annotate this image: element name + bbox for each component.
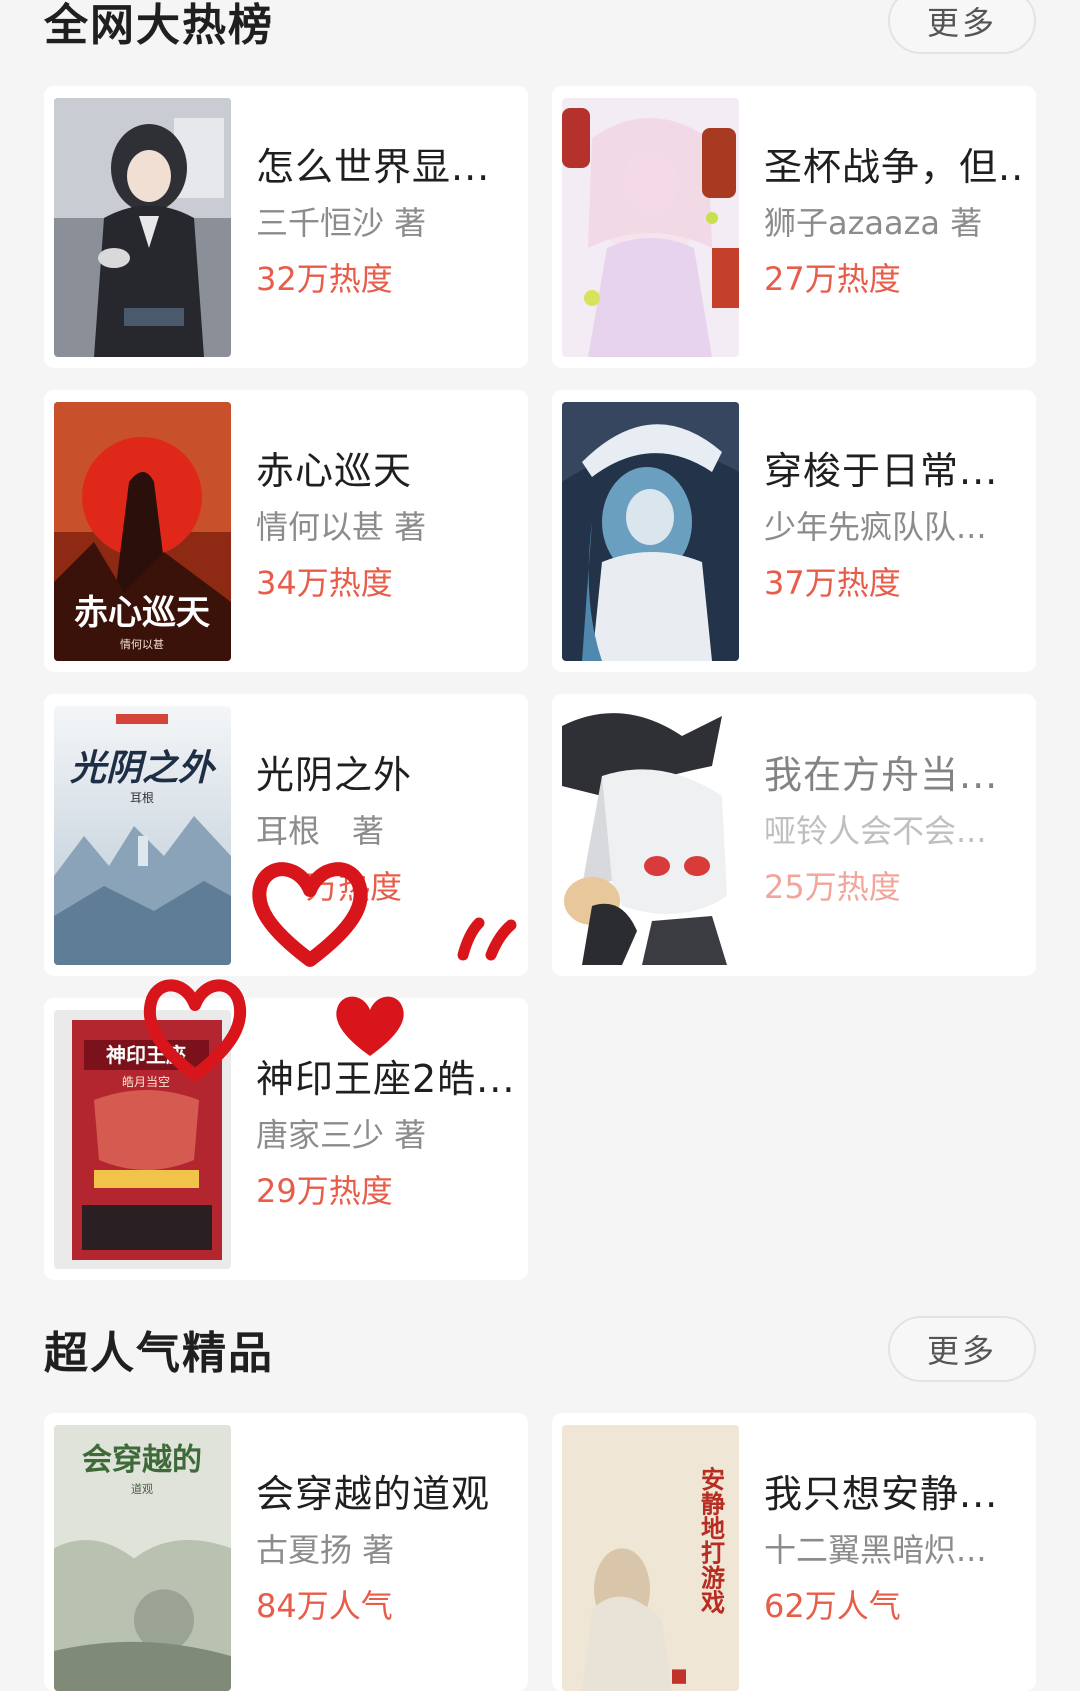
book-author: 狮子azaaza 著 bbox=[764, 204, 983, 242]
book-cover[interactable] bbox=[562, 98, 739, 357]
book-card[interactable]: 怎么世界显... 三千恒沙 著 32万热度 bbox=[44, 86, 528, 368]
book-card[interactable]: 圣杯战争，但... 狮子azaaza 著 27万热度 bbox=[552, 86, 1036, 368]
book-author: 十二翼黑暗炽... bbox=[764, 1531, 987, 1569]
book-title[interactable]: 神印王座2皓... bbox=[256, 1048, 514, 1103]
book-title[interactable]: 我只想安静... bbox=[764, 1463, 1022, 1518]
book-heat: 万热度 bbox=[306, 868, 403, 906]
book-author: 哑铃人会不会... bbox=[764, 812, 987, 850]
book-heat: 25万热度 bbox=[764, 868, 901, 906]
book-card[interactable]: 安静地打游戏 我只想安静... 十二翼黑暗炽... 62万人气 bbox=[552, 1413, 1036, 1691]
book-author: 三千恒沙 著 bbox=[256, 204, 427, 242]
hot-list-header: 全网大热榜 更多 bbox=[44, 0, 1036, 54]
book-heat: 62万人气 bbox=[764, 1587, 901, 1625]
book-author: 耳根 著 bbox=[256, 812, 385, 850]
hot-more-button[interactable]: 更多 bbox=[888, 0, 1036, 54]
book-heat: 29万热度 bbox=[256, 1172, 393, 1210]
book-card[interactable]: 穿梭于日常... 少年先疯队队... 37万热度 bbox=[552, 390, 1036, 672]
cover-title: 神印王座 bbox=[106, 1043, 186, 1067]
book-title[interactable]: 我在方舟当... bbox=[764, 744, 1022, 799]
book-card[interactable]: 我在方舟当... 哑铃人会不会... 25万热度 bbox=[552, 694, 1036, 976]
cover-vertical-title: 安静地打游戏 bbox=[698, 1465, 727, 1614]
book-cover[interactable] bbox=[54, 98, 231, 357]
book-cover[interactable] bbox=[562, 706, 739, 965]
book-author: 少年先疯队队... bbox=[764, 508, 987, 546]
section-title-hot: 全网大热榜 bbox=[44, 0, 274, 51]
section-title-popular: 超人气精品 bbox=[44, 1328, 274, 1379]
cover-title: 光阴之外 bbox=[70, 747, 217, 789]
book-card[interactable]: 赤心巡天 情何以甚 赤心巡天 情何以甚 著 34万热度 bbox=[44, 390, 528, 672]
book-title[interactable]: 光阴之外 bbox=[256, 744, 514, 799]
book-author: 古夏扬 著 bbox=[256, 1531, 395, 1569]
book-title[interactable]: 赤心巡天 bbox=[256, 440, 514, 495]
book-title[interactable]: 会穿越的道观 bbox=[256, 1463, 514, 1518]
book-author: 情何以甚 著 bbox=[256, 508, 427, 546]
popular-header: 超人气精品 更多 bbox=[44, 1316, 1036, 1382]
svg-text:安静地打游戏: 安静地打游戏 bbox=[698, 1465, 727, 1614]
cover-subtitle: 道观 bbox=[131, 1482, 153, 1496]
cover-subtitle: 皓月当空 bbox=[122, 1075, 170, 1089]
cover-title: 赤心巡天 bbox=[74, 593, 210, 633]
cover-title: 会穿越的 bbox=[82, 1442, 202, 1478]
book-heat: 32万热度 bbox=[256, 260, 393, 298]
book-heat: 37万热度 bbox=[764, 564, 901, 602]
book-heat: 84万人气 bbox=[256, 1587, 393, 1625]
popular-more-button[interactable]: 更多 bbox=[888, 1316, 1036, 1382]
book-title[interactable]: 怎么世界显... bbox=[256, 136, 514, 191]
book-card[interactable]: 光阴之外 耳根 光阴之外 耳根 著 万热度 bbox=[44, 694, 528, 976]
book-card[interactable]: 会穿越的 道观 会穿越的道观 古夏扬 著 84万人气 bbox=[44, 1413, 528, 1691]
book-cover[interactable]: 光阴之外 耳根 bbox=[54, 706, 231, 965]
book-cover[interactable]: 神印王座 皓月当空 bbox=[54, 1010, 231, 1269]
book-cover[interactable]: 会穿越的 道观 bbox=[54, 1425, 231, 1691]
book-card[interactable]: 神印王座 皓月当空 神印王座2皓... 唐家三少 著 29万热度 bbox=[44, 998, 528, 1280]
cover-author: 情何以甚 bbox=[120, 638, 164, 651]
cover-author: 耳根 bbox=[130, 791, 154, 805]
book-cover[interactable] bbox=[562, 402, 739, 661]
book-heat: 27万热度 bbox=[764, 260, 901, 298]
book-author: 唐家三少 著 bbox=[256, 1116, 427, 1154]
book-title[interactable]: 圣杯战争，但... bbox=[764, 136, 1022, 191]
book-title[interactable]: 穿梭于日常... bbox=[764, 440, 1022, 495]
book-heat: 34万热度 bbox=[256, 564, 393, 602]
book-cover[interactable]: 安静地打游戏 bbox=[562, 1425, 739, 1691]
book-cover[interactable]: 赤心巡天 情何以甚 bbox=[54, 402, 231, 661]
